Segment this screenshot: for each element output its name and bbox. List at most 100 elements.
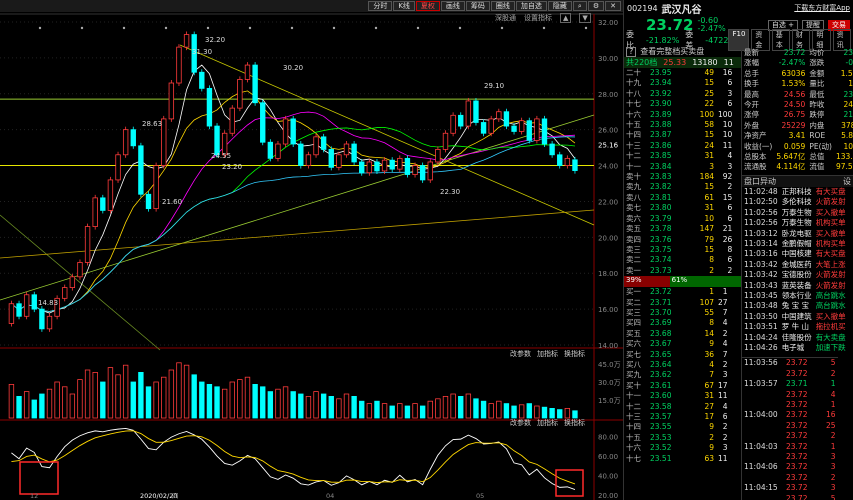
kdj-add-indicator[interactable]: 加指标 (537, 418, 558, 428)
toolbar-button-6[interactable]: 加自选 (515, 1, 547, 11)
bid-row[interactable]: 十七 23.51 63 11 (624, 454, 730, 464)
ask-row[interactable]: 卖七 23.80 31 6 (624, 203, 734, 213)
bids-cell: 十四 (626, 422, 641, 432)
ask-row[interactable]: 十三 23.86 24 11 (624, 141, 734, 151)
bid-row[interactable]: 买二 23.71 107 27 (624, 298, 730, 308)
bid-row[interactable]: 十六 23.52 9 3 (624, 443, 730, 453)
vol-switch-indicator[interactable]: 换指标 (564, 349, 585, 359)
volume-bar (397, 403, 403, 419)
move-row[interactable]: 11:02:48 正邦科技 有大买盘 (742, 187, 848, 197)
toolbar-button-0[interactable]: 分时 (368, 1, 393, 11)
ask-row[interactable]: 卖九 23.82 15 2 (624, 182, 734, 192)
ask-row[interactable]: 卖五 23.78 147 21 (624, 224, 734, 234)
subtab-set-indicator[interactable]: 设置指标 (524, 13, 552, 23)
tick-cell: 23.72 (786, 431, 808, 441)
volume-bar (100, 381, 106, 419)
ask-row[interactable]: 卖三 23.75 15 8 (624, 245, 734, 255)
bids-cell: 23.67 (650, 339, 672, 349)
close-icon[interactable]: ✕ (605, 1, 621, 11)
subtab-hsgt[interactable]: 深股通 (495, 13, 516, 23)
move-row[interactable]: 11:03:45 领本行业 高台跳水 (742, 291, 848, 301)
ask-row[interactable]: 十五 23.88 58 10 (624, 120, 734, 130)
vol-add-indicator[interactable]: 加指标 (537, 349, 558, 359)
bid-row[interactable]: 十三 23.57 17 6 (624, 412, 730, 422)
ask-row[interactable]: 二十 23.95 49 16 (624, 68, 734, 78)
gear-icon[interactable]: ⚙ (587, 1, 605, 11)
bids-cell: 2 (722, 422, 728, 432)
tick-cell: 23.72 (786, 358, 808, 368)
ask-row[interactable]: 卖四 23.76 79 26 (624, 235, 734, 245)
toolbar-button-2[interactable]: 夏权 (415, 1, 440, 11)
ask-row[interactable]: 卖八 23.81 61 15 (624, 193, 734, 203)
bid-row[interactable]: 买六 23.67 9 4 (624, 339, 730, 349)
ask-row[interactable]: 卖十 23.83 184 92 (624, 172, 734, 182)
candle-body (107, 179, 114, 211)
bid-row[interactable]: 十一 23.60 31 11 (624, 391, 730, 401)
ask-row[interactable]: 十九 23.94 15 6 (624, 78, 734, 88)
chart-down-icon[interactable]: ▼ (579, 13, 591, 23)
chart-up-icon[interactable]: ▲ (560, 13, 572, 23)
asks-cell: 3 (727, 161, 733, 171)
move-row[interactable]: 11:03:12 卧龙电驱 买入撤单 (742, 229, 848, 239)
vol-edit-params[interactable]: 改参数 (510, 349, 531, 359)
search-icon[interactable]: ⌕ (572, 1, 587, 11)
bids-cell: 买七 (626, 349, 641, 359)
full-book-notice[interactable]: ? 查看完整档买卖盘 (624, 46, 741, 57)
bids-cell: 27 (718, 297, 728, 307)
candle-body (176, 46, 182, 84)
bids-cell: 31 (704, 391, 714, 401)
moves-settings[interactable]: 设 (843, 176, 851, 187)
bid-row[interactable]: 买五 23.68 14 2 (624, 329, 730, 339)
bid-row[interactable]: 买九 23.62 7 3 (624, 370, 730, 380)
bid-row[interactable]: 十五 23.53 2 2 (624, 433, 730, 443)
move-row[interactable]: 11:03:43 蓝英装备 火箭发射 (742, 281, 848, 291)
bid-row[interactable]: 买八 23.64 4 2 (624, 360, 730, 370)
volume-bar (282, 386, 289, 419)
tick-cell: 3 (830, 462, 836, 472)
toolbar-button-1[interactable]: K线 (393, 1, 415, 11)
move-row[interactable]: 11:03:16 中国核建 有大买盘 (742, 249, 848, 259)
ask-row[interactable]: 十八 23.92 25 3 (624, 89, 734, 99)
bid-row[interactable]: 买三 23.70 55 7 (624, 308, 730, 318)
ask-row[interactable]: 十四 23.87 15 10 (624, 130, 734, 140)
bid-row[interactable]: 买一 23.72 1 1 (624, 287, 730, 297)
asks-cell: 92 (722, 172, 733, 182)
asks-cell: 十四 (626, 130, 641, 140)
ask-row[interactable]: 十一 23.84 3 3 (624, 162, 734, 172)
app-download-link[interactable]: 下载东方财富App (794, 3, 850, 13)
toolbar-button-4[interactable]: 筹码 (465, 1, 490, 11)
ask-row[interactable]: 十七 23.90 22 6 (624, 99, 734, 109)
kdj-switch-indicator[interactable]: 换指标 (564, 418, 585, 428)
move-row[interactable]: 11:02:56 万泰生物 买入撤单 (742, 208, 848, 218)
tick-cell (742, 494, 784, 500)
bid-row[interactable]: 买十 23.61 67 17 (624, 381, 730, 391)
bid-row[interactable]: 买七 23.65 36 7 (624, 350, 730, 360)
bid-row[interactable]: 十四 23.55 9 2 (624, 422, 730, 432)
move-row[interactable]: 11:03:14 金鹏假帽 机构买单 (742, 239, 848, 249)
bid-row[interactable]: 十二 23.58 27 4 (624, 402, 730, 412)
move-row[interactable]: 11:03:51 罗 牛 山拖拉机买 (742, 322, 848, 332)
move-row[interactable]: 11:02:56 万泰生物 机构买单 (742, 218, 848, 228)
stat-cell: 总股本 (744, 152, 767, 162)
move-row[interactable]: 11:03:48 兔 宝 宝高台跳水 (742, 301, 848, 311)
toolbar-button-7[interactable]: 隐藏 (547, 1, 572, 11)
ask-row[interactable]: 卖二 23.74 8 6 (624, 255, 734, 265)
ask-row[interactable]: 卖一 23.73 2 2 (624, 266, 734, 276)
move-row[interactable]: 11:03:42 金城医药 大笔上涨 (742, 260, 848, 270)
kdj-edit-params[interactable]: 改参数 (510, 418, 531, 428)
bid-row[interactable]: 买四 23.69 8 4 (624, 318, 730, 328)
move-row[interactable]: 11:03:50 中国建筑 买入撤单 (742, 312, 848, 322)
move-row[interactable]: 11:03:42 宝德股份 火箭发射 (742, 270, 848, 280)
bid-ratio: 39% (624, 276, 670, 288)
move-row[interactable]: 11:04:24 佳隆股份 有大卖盘 (742, 333, 848, 343)
stat-cell: 涨停 (744, 110, 759, 120)
asks-cell: 十五 (626, 120, 641, 130)
ask-row[interactable]: 卖六 23.79 10 6 (624, 214, 734, 224)
move-row[interactable]: 11:02:50 多伦科技 火箭发射 (742, 197, 848, 207)
ask-row[interactable]: 十二 23.85 31 4 (624, 151, 734, 161)
toolbar-button-3[interactable]: 画线 (440, 1, 465, 11)
price-annotation-h4: 29.10 (484, 82, 504, 90)
toolbar-button-5[interactable]: 圈线 (490, 1, 515, 11)
move-row[interactable]: 11:04:26 电子城 加速下跌 (742, 343, 848, 353)
ask-row[interactable]: 十六 23.89 100 100 (624, 110, 734, 120)
